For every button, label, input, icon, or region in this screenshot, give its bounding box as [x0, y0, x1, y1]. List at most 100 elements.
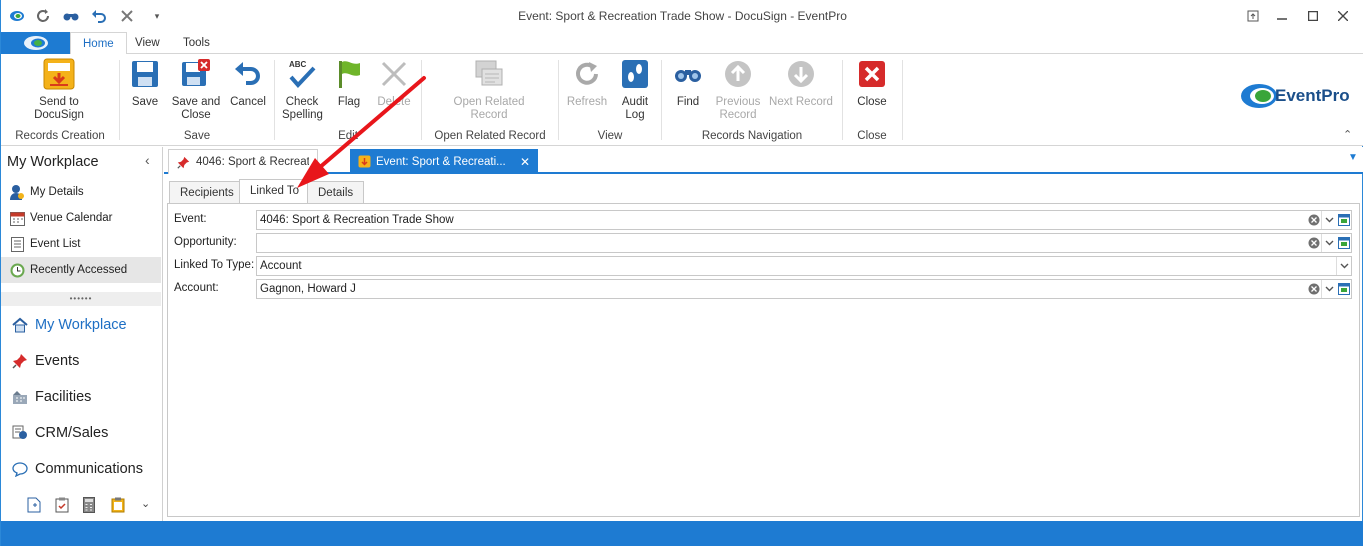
group-divider — [902, 60, 903, 140]
group-divider — [421, 60, 422, 140]
module-label: Facilities — [35, 389, 92, 405]
footprints-icon — [619, 58, 651, 90]
group-label-close: Close — [857, 130, 887, 142]
chevron-down-icon[interactable] — [1321, 234, 1336, 252]
send-to-docusign-button[interactable]: Send to DocuSign — [19, 58, 99, 122]
group-label-edit: Edit — [338, 130, 358, 142]
collapse-ribbon-icon[interactable]: ⌃ — [1343, 128, 1352, 141]
delete-button[interactable]: Delete — [375, 58, 413, 109]
task-checklist-icon[interactable] — [55, 497, 71, 513]
find-label: Find — [676, 96, 700, 108]
chevron-down-icon[interactable] — [1321, 280, 1336, 298]
record-content: Recipients Linked To Details Event: 4046… — [167, 177, 1360, 517]
window-title: Event: Sport & Recreation Trade Show - D… — [518, 9, 847, 23]
pin-window-icon[interactable] — [1238, 4, 1268, 28]
save-label: Save — [131, 96, 159, 108]
next-record-button[interactable]: Next Record — [769, 58, 833, 109]
subtab-linked-to[interactable]: Linked To — [239, 179, 311, 204]
collapse-pane-icon[interactable]: ‹ — [145, 152, 150, 168]
event-field[interactable]: 4046: Sport & Recreation Trade Show — [256, 210, 1352, 230]
find-button[interactable]: Find — [671, 58, 705, 109]
nav-item-venue-calendar[interactable]: Venue Calendar — [1, 205, 161, 231]
doc-tab-event-4046[interactable]: 4046: Sport & Recreation — [168, 149, 318, 174]
subtab-recipients[interactable]: Recipients — [169, 181, 245, 204]
check-spelling-button[interactable]: ABC Check Spelling — [281, 58, 323, 122]
arrow-up-icon — [722, 58, 754, 90]
subtab-details[interactable]: Details — [307, 181, 365, 204]
group-label-open-related: Open Related Record — [434, 130, 546, 142]
cancel-label: Cancel — [230, 96, 266, 108]
title-bar: ▾ Event: Sport & Recreation Trade Show -… — [1, 0, 1363, 32]
module-crm-sales[interactable]: CRM/Sales — [1, 415, 161, 451]
related-record-icon — [473, 58, 505, 90]
group-label-view: View — [597, 130, 623, 142]
maximize-icon[interactable] — [1298, 4, 1328, 28]
nav-item-my-details[interactable]: My Details — [1, 179, 161, 205]
group-divider — [119, 60, 120, 140]
docusign-icon — [358, 155, 371, 168]
module-label: CRM/Sales — [35, 425, 109, 441]
audit-log-button[interactable]: Audit Log — [617, 58, 653, 122]
close-tab-icon[interactable]: ✕ — [520, 155, 530, 169]
module-events[interactable]: Events — [1, 343, 161, 379]
close-window-icon[interactable] — [1328, 4, 1358, 28]
more-modules-icon[interactable]: ⌄ — [141, 497, 150, 510]
clear-icon[interactable] — [1306, 280, 1321, 298]
delete-label: Delete — [377, 96, 411, 108]
tab-list-dropdown-icon[interactable]: ▼ — [1348, 152, 1358, 163]
save-and-close-button[interactable]: Save and Close — [170, 58, 222, 122]
clipboard-icon[interactable] — [111, 497, 127, 513]
previous-record-button[interactable]: Previous Record — [711, 58, 765, 122]
chevron-down-icon[interactable] — [1321, 211, 1336, 229]
close-label: Close — [857, 96, 887, 108]
previous-record-label: Previous Record — [715, 96, 761, 121]
nav-item-recently-accessed[interactable]: Recently Accessed — [1, 257, 161, 283]
minimize-icon[interactable] — [1267, 4, 1297, 28]
account-value: Gagnon, Howard J — [260, 283, 356, 295]
doc-tab-label: 4046: Sport & Recreation — [196, 156, 309, 168]
user-icon — [9, 184, 25, 200]
home-icon — [11, 316, 29, 334]
file-menu-button[interactable] — [1, 32, 70, 54]
close-button[interactable]: Close — [853, 58, 891, 109]
delete-icon — [378, 58, 410, 90]
linked-to-type-select[interactable]: Account — [256, 256, 1352, 276]
save-button[interactable]: Save — [127, 58, 163, 109]
opportunity-label: Opportunity: — [174, 236, 237, 248]
eventpro-logo-text: EventPro — [1275, 86, 1350, 105]
account-field[interactable]: Gagnon, Howard J — [256, 279, 1352, 299]
opportunity-field[interactable] — [256, 233, 1352, 253]
cancel-button[interactable]: Cancel — [229, 58, 267, 109]
tab-tools[interactable]: Tools — [171, 32, 222, 54]
clear-icon[interactable] — [1306, 234, 1321, 252]
module-my-workplace[interactable]: My Workplace — [1, 307, 161, 343]
group-divider — [274, 60, 275, 140]
chat-icon — [11, 460, 29, 478]
nav-item-label: Venue Calendar — [30, 212, 113, 224]
pane-splitter[interactable]: •••••• — [1, 292, 161, 306]
save-and-close-label: Save and Close — [171, 96, 221, 121]
docusign-icon — [43, 58, 75, 90]
open-record-icon[interactable] — [1336, 280, 1351, 298]
new-document-icon[interactable] — [27, 497, 43, 513]
nav-item-event-list[interactable]: Event List — [1, 231, 161, 257]
doc-tab-docusign[interactable]: Event: Sport & Recreati... ✕ — [350, 149, 538, 174]
module-label: Events — [35, 353, 80, 369]
refresh-button[interactable]: Refresh — [566, 58, 608, 109]
group-label-save: Save — [183, 130, 211, 142]
module-facilities[interactable]: Facilities — [1, 379, 161, 415]
module-communications[interactable]: Communications — [1, 451, 161, 487]
next-record-label: Next Record — [769, 96, 833, 108]
calculator-icon[interactable] — [83, 497, 99, 513]
clear-icon[interactable] — [1306, 211, 1321, 229]
flag-button[interactable]: Flag — [333, 58, 365, 109]
group-divider — [661, 60, 662, 140]
nav-item-label: My Details — [30, 186, 84, 198]
open-record-icon[interactable] — [1336, 211, 1351, 229]
open-record-icon[interactable] — [1336, 234, 1351, 252]
chevron-down-icon[interactable] — [1336, 257, 1351, 275]
tab-home[interactable]: Home — [70, 32, 127, 55]
tab-view[interactable]: View — [123, 32, 172, 54]
open-related-record-button[interactable]: Open Related Record — [453, 58, 525, 122]
eventpro-logo: EventPro — [1239, 82, 1350, 110]
